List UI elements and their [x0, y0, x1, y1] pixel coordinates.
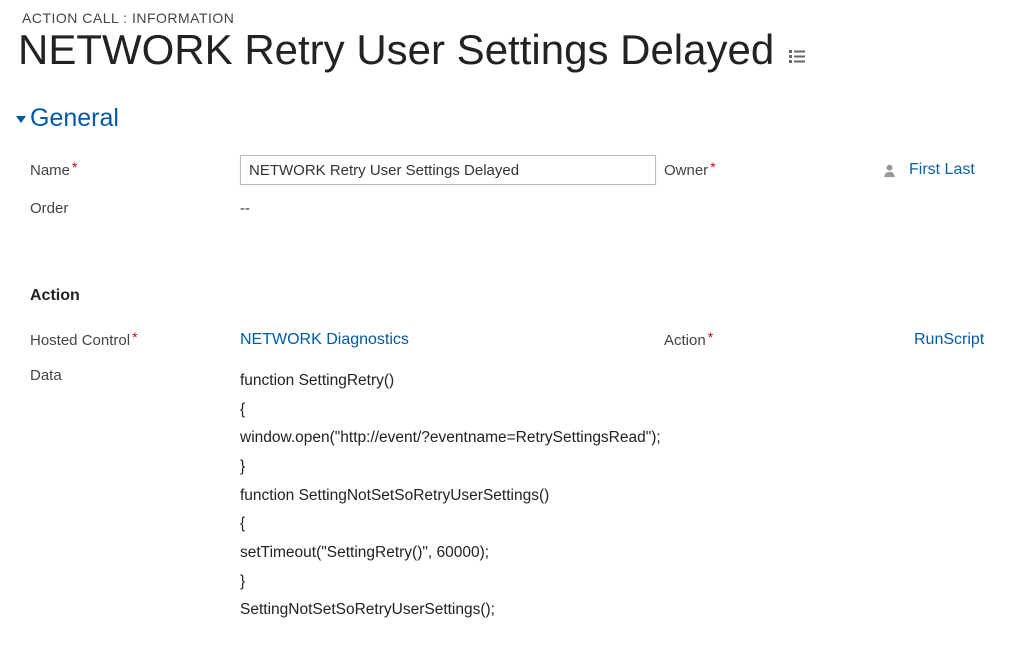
page-title: NETWORK Retry User Settings Delayed [18, 26, 774, 74]
data-value[interactable]: function SettingRetry() { window.open("h… [240, 367, 661, 625]
action-subheading: Action [0, 229, 1024, 323]
required-mark: * [710, 159, 715, 175]
required-mark: * [132, 329, 137, 345]
title-menu-icon[interactable] [788, 49, 806, 63]
form-body: Name* Owner* First Last Order -- [0, 133, 1024, 225]
section-title-general: General [30, 104, 119, 133]
name-input[interactable] [240, 155, 656, 185]
section-header-general[interactable]: General [0, 74, 1024, 133]
row-name: Name* Owner* First Last [30, 153, 1024, 187]
owner-value: First Last [882, 161, 1024, 179]
action-link[interactable]: RunScript [914, 331, 984, 349]
order-value[interactable]: -- [240, 200, 1024, 217]
action-body: Hosted Control* NETWORK Diagnostics Acti… [0, 323, 1024, 625]
required-mark: * [72, 159, 77, 175]
label-hosted-control: Hosted Control* [30, 332, 240, 349]
owner-link[interactable]: First Last [909, 161, 975, 179]
collapse-icon [14, 112, 28, 126]
required-mark: * [708, 329, 713, 345]
person-icon [882, 163, 897, 178]
row-order: Order -- [30, 191, 1024, 225]
row-data: Data function SettingRetry() { window.op… [30, 361, 1024, 625]
row-hosted-control: Hosted Control* NETWORK Diagnostics Acti… [30, 323, 1024, 357]
page-title-row: NETWORK Retry User Settings Delayed [0, 26, 1024, 74]
label-order: Order [30, 200, 240, 217]
breadcrumb: ACTION CALL : INFORMATION [0, 0, 1024, 26]
label-owner: Owner* [664, 162, 744, 179]
label-name: Name* [30, 162, 240, 179]
label-action: Action* [664, 332, 914, 349]
label-data: Data [30, 367, 240, 384]
hosted-control-link[interactable]: NETWORK Diagnostics [240, 331, 409, 349]
